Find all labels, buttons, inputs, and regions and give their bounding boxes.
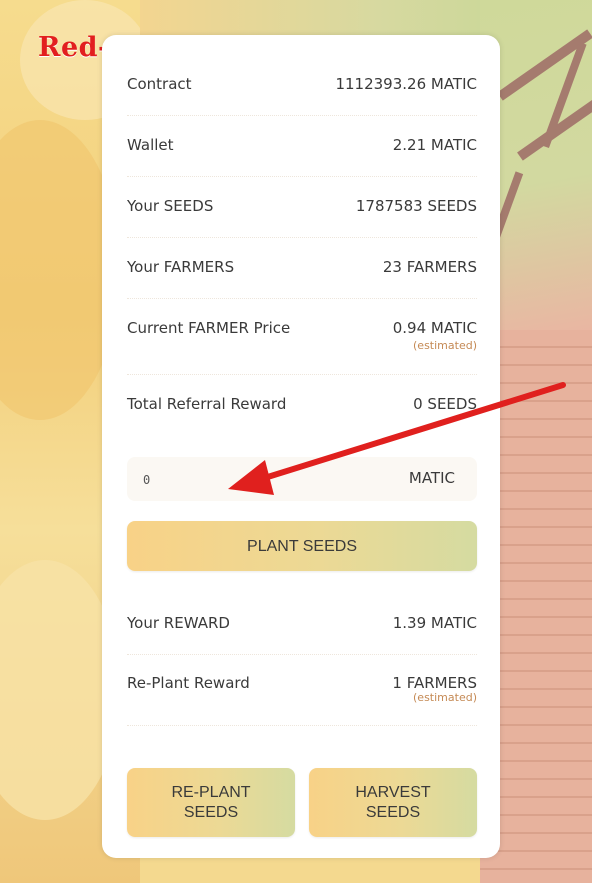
red-arrow-annotation [228,382,566,495]
